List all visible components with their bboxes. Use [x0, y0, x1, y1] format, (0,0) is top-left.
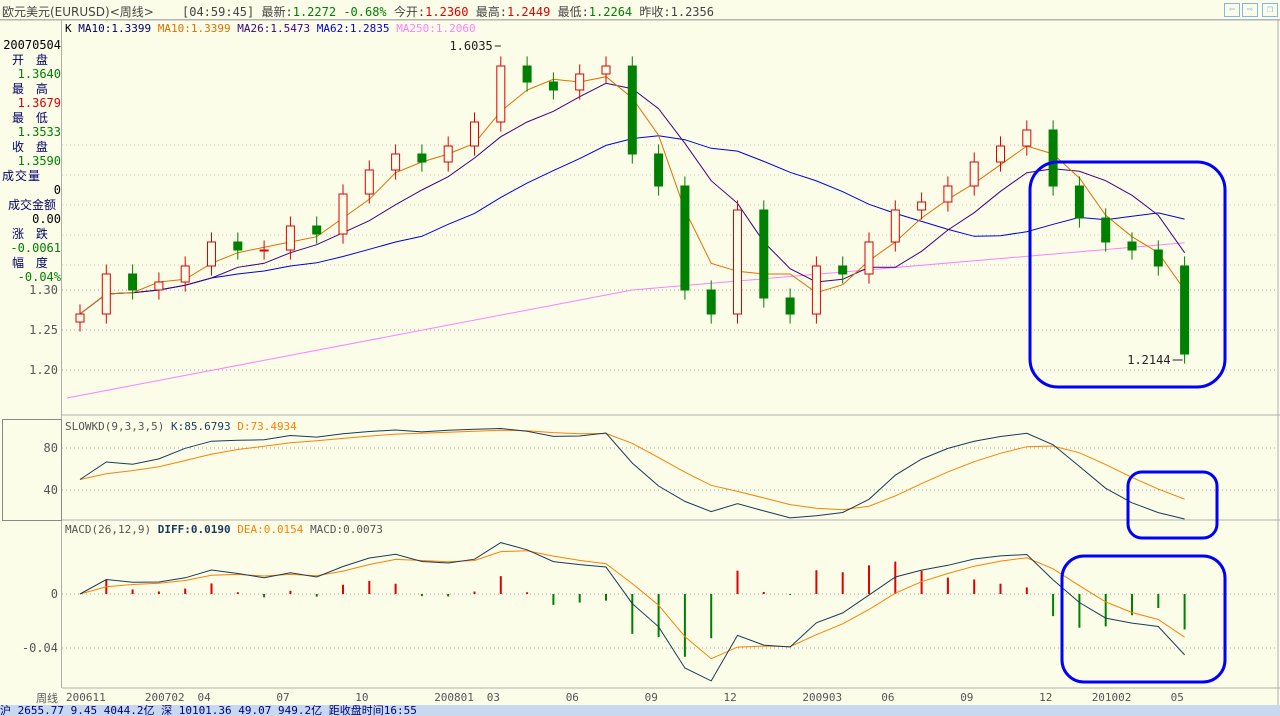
ma-legend: K MA10:1.3399 MA10:1.3399 MA26:1.5473 MA… [65, 22, 476, 35]
status-bar: 沪 2655.77 9.45 4044.2亿 深 10101.36 49.07 … [0, 705, 1280, 716]
period-label: 周线 [36, 692, 58, 705]
candle-body [75, 313, 85, 323]
x-tick-label: 201002 [1092, 691, 1132, 704]
max-price-label: 1.6035 [449, 39, 492, 53]
candle-body [180, 265, 190, 283]
candle-body [338, 193, 348, 235]
ma62-label: MA62:1.2835 [316, 22, 390, 35]
price-tick-label: 1.30 [29, 283, 58, 297]
kd-tick-label: 40 [44, 483, 58, 497]
candle-body [1048, 129, 1058, 187]
kd-k: K:85.6793 [170, 420, 231, 433]
candle-body [627, 65, 637, 155]
min-price-label: 1.2144 [1127, 353, 1170, 367]
candle-body [285, 225, 295, 251]
candle-body [312, 225, 322, 235]
candle-body [1153, 249, 1163, 267]
candle-body [917, 201, 927, 211]
candle-body [443, 145, 453, 163]
macd-diff: DIFF:0.0190 [157, 523, 231, 536]
candle-body [838, 265, 848, 275]
macd-tick-label: -0.04 [22, 641, 58, 655]
candle-body [943, 185, 953, 203]
candle-body [128, 273, 138, 291]
ma26-label: MA26:1.5473 [237, 22, 311, 35]
candle-body [417, 153, 427, 163]
price-tick-label: 1.20 [29, 363, 58, 377]
x-tick-label: 06 [566, 691, 579, 704]
candle-body [259, 249, 269, 252]
candle-body [522, 65, 532, 83]
candle-body [233, 241, 243, 251]
x-tick-label: 05 [1171, 691, 1184, 704]
candle-body [601, 65, 611, 75]
x-tick-label: 200611 [66, 691, 106, 704]
x-tick-label: 10 [355, 691, 368, 704]
candle-body [1074, 185, 1084, 219]
candle-body [1101, 217, 1111, 243]
macd-value: MACD:0.0073 [310, 523, 383, 536]
macd-name: MACD(26,12,9) [65, 523, 152, 536]
x-tick-label: 04 [198, 691, 212, 704]
candle-body [733, 209, 742, 315]
candle-body [996, 145, 1005, 163]
x-tick-label: 07 [276, 691, 289, 704]
x-tick-label: 12 [724, 691, 737, 704]
x-tick-label: 200702 [145, 691, 185, 704]
candle-body [1022, 129, 1032, 147]
candle-body [680, 185, 690, 291]
candle-body [1180, 265, 1190, 355]
candle-body [864, 241, 874, 275]
x-tick-label: 200801 [434, 691, 474, 704]
candle-body [759, 209, 769, 299]
highlight-box [1060, 554, 1227, 684]
candle-body [364, 169, 374, 195]
candle-body [1127, 241, 1137, 251]
x-tick-label: 06 [881, 691, 894, 704]
candle-body [391, 153, 401, 171]
candle-body [101, 273, 111, 315]
kd-d-line [79, 429, 1185, 511]
candle-body [548, 81, 558, 91]
x-tick-label: 09 [645, 691, 658, 704]
x-tick-label: 03 [487, 691, 500, 704]
candle-body [654, 153, 664, 187]
candle-body [811, 265, 821, 315]
kd-k-line [79, 427, 1185, 520]
macd-tick-label: 0 [51, 587, 58, 601]
chart-canvas[interactable]: 1.30 1.25 1.20 1.6035 1.2144 80 40 0 -0.04 200611… [0, 0, 1280, 705]
candle-body [575, 73, 585, 91]
x-tick-label: 12 [1039, 691, 1052, 704]
k-label: K [65, 22, 72, 35]
ma10-label-2: MA10:1.3399 [157, 22, 231, 35]
price-tick-label: 1.25 [29, 323, 58, 337]
candle-body [470, 121, 479, 147]
ma250-label: MA250:1.2060 [396, 22, 476, 35]
candle-body [969, 161, 979, 187]
kd-legend: SLOWKD(9,3,3,5) K:85.6793 D:73.4934 [65, 420, 297, 433]
macd-legend: MACD(26,12,9) DIFF:0.0190 DEA:0.0154 MAC… [65, 523, 383, 536]
candle-body [154, 281, 164, 291]
kd-name: SLOWKD(9,3,3,5) [65, 420, 165, 433]
candle-body [706, 289, 716, 315]
ma10-label: MA10:1.3399 [78, 22, 152, 35]
kd-tick-label: 80 [44, 441, 58, 455]
macd-dea: DEA:0.0154 [237, 523, 304, 536]
x-tick-label: 09 [960, 691, 973, 704]
candle-body [890, 209, 900, 243]
x-tick-label: 200903 [802, 691, 842, 704]
kd-d: D:73.4934 [237, 420, 297, 433]
candle-body [785, 297, 795, 315]
ma250-line [66, 242, 1185, 399]
candle-body [496, 65, 506, 123]
candle-body [207, 241, 216, 267]
